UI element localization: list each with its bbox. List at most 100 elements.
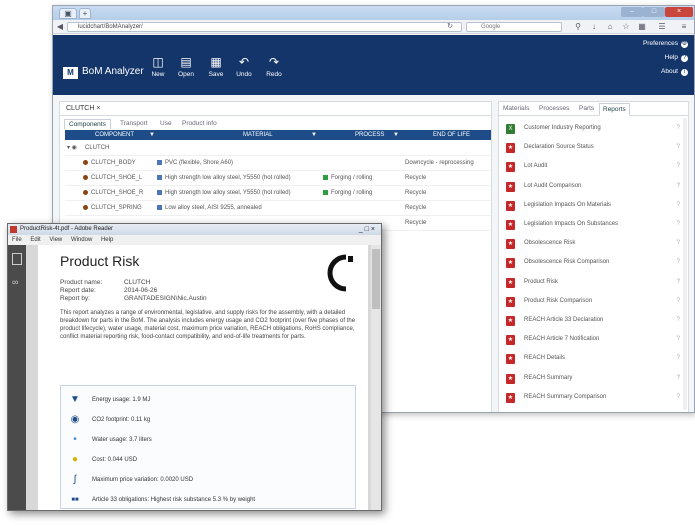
menu-window[interactable]: Window bbox=[71, 237, 92, 243]
report-item[interactable]: ★ Lot Audit? bbox=[504, 158, 684, 175]
expand-icon[interactable]: ▾ ◉ bbox=[67, 141, 77, 156]
new-tab-button[interactable]: + bbox=[79, 8, 91, 19]
filter-icon[interactable]: ▼ bbox=[311, 130, 317, 140]
addons-icon[interactable]: ☰ bbox=[657, 22, 667, 32]
close-button[interactable]: × bbox=[665, 7, 693, 17]
pdf-viewer-window: ProductRisk-4t.pdf - Adobe Reader _ □ × … bbox=[7, 223, 382, 511]
help-icon[interactable]: ? bbox=[677, 139, 680, 156]
help-icon[interactable]: ? bbox=[677, 178, 680, 195]
minimize-button[interactable]: – bbox=[621, 7, 643, 17]
col-component[interactable]: COMPONENT bbox=[95, 130, 134, 140]
eol-cell: Recycle bbox=[405, 220, 427, 226]
menu-icon[interactable]: ≡ bbox=[679, 22, 689, 32]
report-item[interactable]: ★ Declaration Source Status? bbox=[504, 139, 684, 156]
menu-edit[interactable]: Edit bbox=[30, 237, 40, 243]
group-row[interactable]: ▾ ◉ CLUTCH bbox=[65, 141, 491, 156]
menu-file[interactable]: File bbox=[12, 237, 22, 243]
report-item[interactable]: ★ Product Risk? bbox=[504, 274, 684, 291]
report-item[interactable]: ★ REACH Article 33 Declaration? bbox=[504, 312, 684, 329]
help-icon[interactable]: ? bbox=[677, 293, 680, 310]
help-icon[interactable]: ? bbox=[677, 274, 680, 291]
help-icon[interactable]: ? bbox=[677, 235, 680, 252]
about-link[interactable]: About i bbox=[661, 68, 688, 76]
new-icon: ◫ bbox=[152, 55, 164, 69]
home-icon[interactable]: ⌂ bbox=[605, 22, 615, 32]
tab-parts[interactable]: Parts bbox=[579, 105, 594, 112]
maximize-button[interactable]: □ bbox=[643, 7, 665, 17]
water-icon: • bbox=[73, 434, 77, 445]
report-item[interactable]: ★ REACH Summary Comparison? bbox=[504, 389, 684, 406]
table-row[interactable]: CLUTCH_BODY PVC (flexible, Shore A60) Do… bbox=[65, 156, 491, 171]
tab-transport[interactable]: Transport bbox=[116, 119, 152, 129]
redo-button[interactable]: ↷ Redo bbox=[259, 55, 289, 78]
report-item[interactable]: X Customer Industry Reporting? bbox=[504, 120, 684, 137]
tab-processes[interactable]: Processes bbox=[539, 105, 569, 112]
browser-navbar: ◀ lucidchart/BoMAnalyzer/ ↻ Google ⚲ ↓ ⌂… bbox=[53, 20, 694, 34]
tab-components[interactable]: Components bbox=[64, 119, 111, 129]
report-item[interactable]: ★ REACH Article 7 Notification? bbox=[504, 331, 684, 348]
download-icon[interactable]: ↓ bbox=[589, 22, 599, 32]
url-field[interactable]: lucidchart/BoMAnalyzer/ bbox=[67, 22, 462, 32]
open-button[interactable]: ▤ Open bbox=[171, 55, 201, 78]
tab-materials[interactable]: Materials bbox=[503, 105, 529, 112]
preferences-link[interactable]: Preferences ⚙ bbox=[643, 40, 688, 48]
report-item[interactable]: ★ Legislation Impacts On Substances? bbox=[504, 216, 684, 233]
bookmark-icon[interactable]: ☆ bbox=[621, 22, 631, 32]
spreadsheet-icon: X bbox=[506, 124, 515, 134]
menu-help[interactable]: Help bbox=[101, 237, 113, 243]
about-label: About bbox=[661, 68, 678, 75]
menu-view[interactable]: View bbox=[49, 237, 62, 243]
help-link[interactable]: Help? bbox=[665, 54, 688, 62]
report-item[interactable]: ★ Obsolescence Risk Comparison? bbox=[504, 254, 684, 271]
table-row[interactable]: CLUTCH_SPRING Low alloy steel, AISI 9255… bbox=[65, 201, 491, 216]
pdf-scrollbar[interactable] bbox=[371, 245, 381, 510]
tab-use[interactable]: Use bbox=[156, 119, 176, 129]
col-end-of-life[interactable]: END OF LIFE bbox=[433, 130, 470, 140]
table-row[interactable]: CLUTCH_SHOE_R High strength low alloy st… bbox=[65, 186, 491, 201]
search-icon[interactable]: ⚲ bbox=[573, 22, 583, 32]
back-icon[interactable]: ◀ bbox=[55, 22, 65, 32]
scrollbar[interactable] bbox=[683, 118, 687, 410]
info-icon: i bbox=[681, 69, 688, 76]
search-field[interactable]: Google bbox=[466, 22, 562, 32]
component-name: CLUTCH_SHOE_L bbox=[91, 175, 143, 181]
filter-icon[interactable]: ▼ bbox=[149, 130, 155, 140]
help-icon[interactable]: ? bbox=[677, 312, 680, 329]
help-icon[interactable]: ? bbox=[677, 370, 680, 387]
reload-icon[interactable]: ↻ bbox=[445, 22, 455, 32]
help-icon[interactable]: ? bbox=[677, 350, 680, 367]
browser-tab[interactable]: ▣ bbox=[59, 8, 77, 19]
report-label: Obsolescence Risk bbox=[524, 240, 576, 247]
filter-icon[interactable]: ▼ bbox=[393, 130, 399, 140]
window-controls[interactable]: _ □ × bbox=[359, 224, 375, 235]
pages-icon[interactable] bbox=[12, 253, 22, 265]
help-icon[interactable]: ? bbox=[677, 216, 680, 233]
report-item[interactable]: ★ REACH Details? bbox=[504, 350, 684, 367]
help-icon[interactable]: ? bbox=[677, 158, 680, 175]
undo-button[interactable]: ↶ Undo bbox=[229, 55, 259, 78]
tab-reports[interactable]: Reports bbox=[599, 103, 630, 116]
scroll-thumb[interactable] bbox=[372, 249, 380, 309]
new-button[interactable]: ◫ New bbox=[143, 55, 173, 78]
coin-icon: ● bbox=[71, 454, 79, 465]
library-icon[interactable]: ▦ bbox=[637, 22, 647, 32]
metric-row: ■■ Article 33 obligations: Highest risk s… bbox=[71, 491, 352, 509]
report-item[interactable]: ★ REACH Summary? bbox=[504, 370, 684, 387]
save-button[interactable]: ▦ Save bbox=[201, 55, 231, 78]
col-material[interactable]: MATERIAL bbox=[243, 130, 273, 140]
help-icon[interactable]: ? bbox=[677, 389, 680, 406]
attachment-icon[interactable]: ∞ bbox=[12, 277, 18, 287]
help-icon[interactable]: ? bbox=[677, 120, 680, 137]
open-label: Open bbox=[178, 71, 194, 78]
help-icon[interactable]: ? bbox=[677, 254, 680, 271]
tab-product-info[interactable]: Product info bbox=[178, 119, 221, 129]
help-icon[interactable]: ? bbox=[677, 197, 680, 214]
report-item[interactable]: ★ Legislation Impacts On Materials? bbox=[504, 197, 684, 214]
report-item[interactable]: ★ Lot Audit Comparison? bbox=[504, 178, 684, 195]
document-tab[interactable]: CLUTCH × bbox=[60, 102, 491, 116]
table-row[interactable]: CLUTCH_SHOE_L High strength low alloy st… bbox=[65, 171, 491, 186]
report-item[interactable]: ★ Obsolescence Risk? bbox=[504, 235, 684, 252]
col-process[interactable]: PROCESS bbox=[355, 130, 384, 140]
report-item[interactable]: ★ Product Risk Comparison? bbox=[504, 293, 684, 310]
help-icon[interactable]: ? bbox=[677, 331, 680, 348]
